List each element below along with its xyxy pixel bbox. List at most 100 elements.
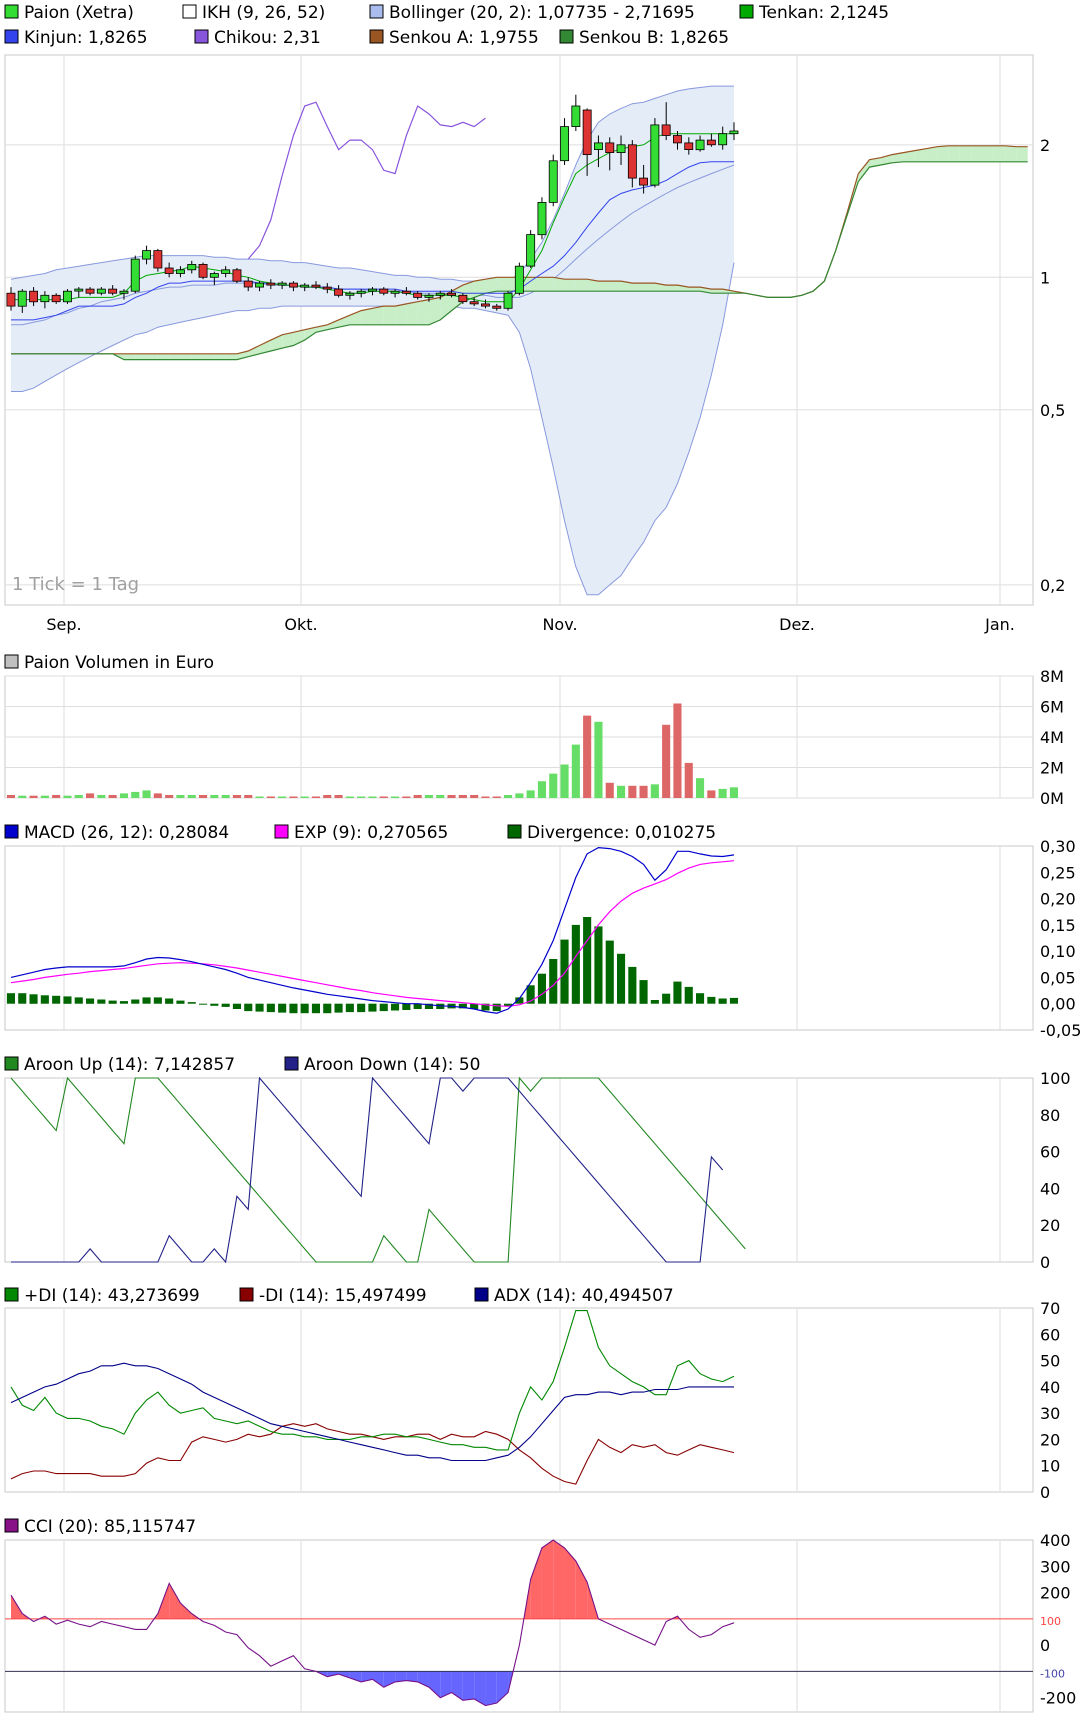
divergence-bar [379, 1003, 388, 1012]
legend-label: Senkou B: 1,8265 [579, 28, 729, 48]
legend-swatch [194, 29, 209, 44]
volume-bar [266, 796, 275, 798]
legend-volume: Paion Volumen in Euro [4, 653, 214, 673]
divergence-bar [583, 917, 592, 1004]
ichimoku-cloud-segment [123, 353, 136, 360]
divergence-bar [255, 1003, 264, 1012]
volume-bar [718, 788, 727, 798]
volume-bar [368, 796, 377, 798]
divergence-bar [345, 1003, 354, 1013]
cci-oversold-fill [462, 1671, 475, 1701]
divergence-bar [311, 1003, 320, 1014]
ichimoku-cloud-segment [135, 353, 147, 360]
candle-body [311, 284, 321, 288]
candle-body [130, 258, 140, 292]
volume-bar [334, 795, 343, 798]
divergence-bar [266, 1003, 275, 1013]
divergence-bar [402, 1003, 411, 1010]
legend-macd: MACD (26, 12): 0,28084 EXP (9): 0,270565 D… [4, 823, 716, 843]
ichimoku-cloud-segment [1005, 145, 1017, 162]
price-panel: 2 1 0,5 0,2 Sep. Okt. Nov. Dez. Jan. [4, 54, 1065, 634]
volume-bar [119, 793, 128, 798]
candle-body [142, 250, 152, 260]
volume-bar [481, 796, 490, 798]
volume-bar [29, 795, 38, 798]
candle-body [503, 292, 513, 309]
divergence-bar [63, 996, 72, 1004]
divergence-bar [684, 986, 693, 1004]
y-tick-label: 0,10 [1040, 942, 1076, 961]
ichimoku-cloud-segment [982, 145, 994, 162]
y-tick-label: 1 [1040, 268, 1050, 287]
y-tick-label: 2 [1040, 136, 1050, 155]
volume-bar [86, 793, 95, 798]
divergence-bar [289, 1003, 298, 1014]
volume-bar [300, 796, 309, 798]
legend-swatch [4, 824, 19, 839]
y-tick-label: 0 [1040, 1483, 1050, 1502]
candle-body [435, 292, 445, 296]
candle-body [119, 290, 129, 294]
candle-body [277, 282, 287, 286]
volume-bar [289, 796, 298, 798]
volume-bar [153, 793, 162, 798]
y-tick-label: 20 [1040, 1216, 1060, 1235]
candle-body [164, 267, 174, 274]
divergence-bar [176, 1000, 185, 1004]
legend-swatch [4, 4, 19, 19]
ichimoku-cloud-segment [485, 277, 497, 294]
divergence-bar [153, 997, 162, 1004]
volume-bar [345, 796, 354, 798]
candle-body [390, 290, 400, 294]
divergence-bar [605, 940, 614, 1004]
divergence-bar [334, 1003, 343, 1013]
candle-body [458, 294, 468, 303]
candle-body [255, 282, 265, 288]
legend-label: IKH (9, 26, 52) [202, 3, 325, 23]
y-tick-label: 400 [1040, 1531, 1071, 1550]
macd-panel: 0,30 0,25 0,20 0,15 0,10 0,05 0,00 -0,05 [4, 837, 1081, 1040]
candle-body [718, 133, 728, 146]
candle-body [96, 288, 106, 294]
candle-body [17, 290, 27, 307]
y-tick-label: 300 [1040, 1557, 1071, 1576]
cci-oversold-fill [485, 1671, 497, 1706]
volume-bar [63, 795, 72, 798]
divergence-bar [199, 1003, 208, 1005]
legend-label: ADX (14): 40,494507 [494, 1286, 674, 1306]
divergence-bar [52, 995, 61, 1004]
legend-cci: CCI (20): 85,115747 [4, 1517, 196, 1537]
y-tick-label: 40 [1040, 1179, 1060, 1198]
legend-label: CCI (20): 85,115747 [24, 1517, 196, 1537]
y-tick-label: 70 [1040, 1299, 1060, 1318]
y-tick-label: 0,00 [1040, 995, 1076, 1014]
volume-bar [729, 787, 738, 798]
ichimoku-cloud-segment [1016, 146, 1028, 162]
volume-bar [108, 795, 117, 798]
volume-bar [165, 795, 174, 798]
legend-label: Aroon Up (14): 7,142857 [24, 1055, 235, 1075]
volume-bar [492, 796, 501, 798]
ichimoku-cloud-segment [372, 306, 384, 325]
y-tick-label: 60 [1040, 1143, 1060, 1162]
candle-body [198, 263, 208, 278]
candle-body [356, 290, 366, 294]
legend-label: Chikou: 2,31 [214, 28, 321, 48]
divergence-bar [707, 996, 716, 1004]
divergence-bar [187, 1002, 196, 1004]
volume-bar [232, 795, 241, 798]
candle-body [639, 177, 649, 186]
y-tick-label: 6M [1040, 698, 1064, 717]
volume-bar [40, 795, 49, 798]
y-tick-label: 100 [1040, 1069, 1071, 1088]
divergence-bar [165, 998, 174, 1004]
dmi-panel: 70 60 50 40 30 20 10 0 [4, 1299, 1060, 1502]
divergence-bar [368, 1003, 377, 1012]
ichimoku-cloud-segment [214, 353, 226, 360]
volume-bar [605, 782, 614, 799]
ichimoku-cloud-segment [541, 277, 554, 292]
candle-body [684, 142, 694, 150]
candle-body [51, 294, 61, 303]
volume-bar [323, 795, 332, 798]
ichimoku-cloud-segment [191, 353, 204, 360]
